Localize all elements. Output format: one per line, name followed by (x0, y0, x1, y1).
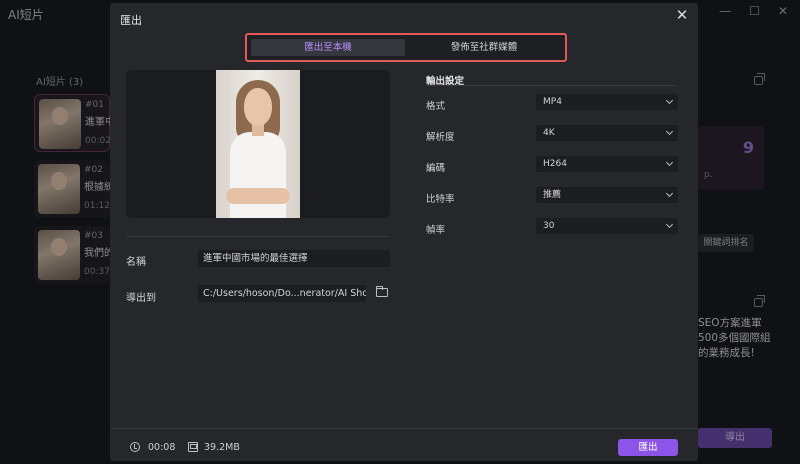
tab-publish-social[interactable]: 發佈至社群媒體 (407, 39, 561, 56)
codec-select[interactable]: H264 (536, 156, 678, 172)
file-size: 39.2MB (204, 442, 240, 453)
clock-icon (130, 442, 140, 452)
preview-image (216, 70, 300, 218)
chevron-down-icon (665, 127, 674, 136)
codec-value: H264 (543, 159, 567, 169)
framerate-select[interactable]: 30 (536, 218, 678, 234)
dialog-title: 匯出 (120, 14, 142, 27)
export-to-label: 導出到 (126, 293, 156, 304)
close-icon[interactable]: ✕ (672, 5, 692, 25)
file-size-icon (188, 442, 198, 452)
chevron-down-icon (665, 220, 674, 229)
chevron-down-icon (665, 189, 674, 198)
name-input[interactable]: 進軍中國市場的最佳選擇 (198, 250, 390, 267)
format-value: MP4 (543, 97, 562, 107)
name-label: 名稱 (126, 257, 146, 268)
resolution-label: 解析度 (426, 132, 455, 143)
dialog-footer: 00:08 39.2MB 匯出 (110, 428, 698, 461)
divider (426, 85, 678, 86)
chevron-down-icon (665, 158, 674, 167)
folder-icon[interactable] (376, 286, 388, 297)
bitrate-value: 推薦 (543, 190, 562, 200)
framerate-value: 30 (543, 221, 555, 231)
codec-label: 編碼 (426, 163, 446, 174)
format-label: 格式 (426, 101, 446, 112)
export-dialog: 匯出 ✕ 匯出至本機 發佈至社群媒體 名稱 進軍中國市場的最佳選擇 導出到 C:… (110, 3, 698, 461)
bitrate-label: 比特率 (426, 194, 455, 205)
video-duration: 00:08 (148, 442, 176, 453)
export-button[interactable]: 匯出 (618, 439, 678, 456)
bitrate-select[interactable]: 推薦 (536, 187, 678, 203)
divider (126, 236, 390, 237)
chevron-down-icon (665, 96, 674, 105)
resolution-value: 4K (543, 128, 555, 138)
export-tabs: 匯出至本機 發佈至社群媒體 (245, 33, 567, 62)
video-preview[interactable] (126, 70, 390, 218)
tab-export-local[interactable]: 匯出至本機 (251, 39, 405, 56)
resolution-select[interactable]: 4K (536, 125, 678, 141)
export-path-field[interactable]: C:/Users/hoson/Do...nerator/AI Shorts (198, 285, 366, 302)
format-select[interactable]: MP4 (536, 94, 678, 110)
framerate-label: 幀率 (426, 225, 446, 236)
